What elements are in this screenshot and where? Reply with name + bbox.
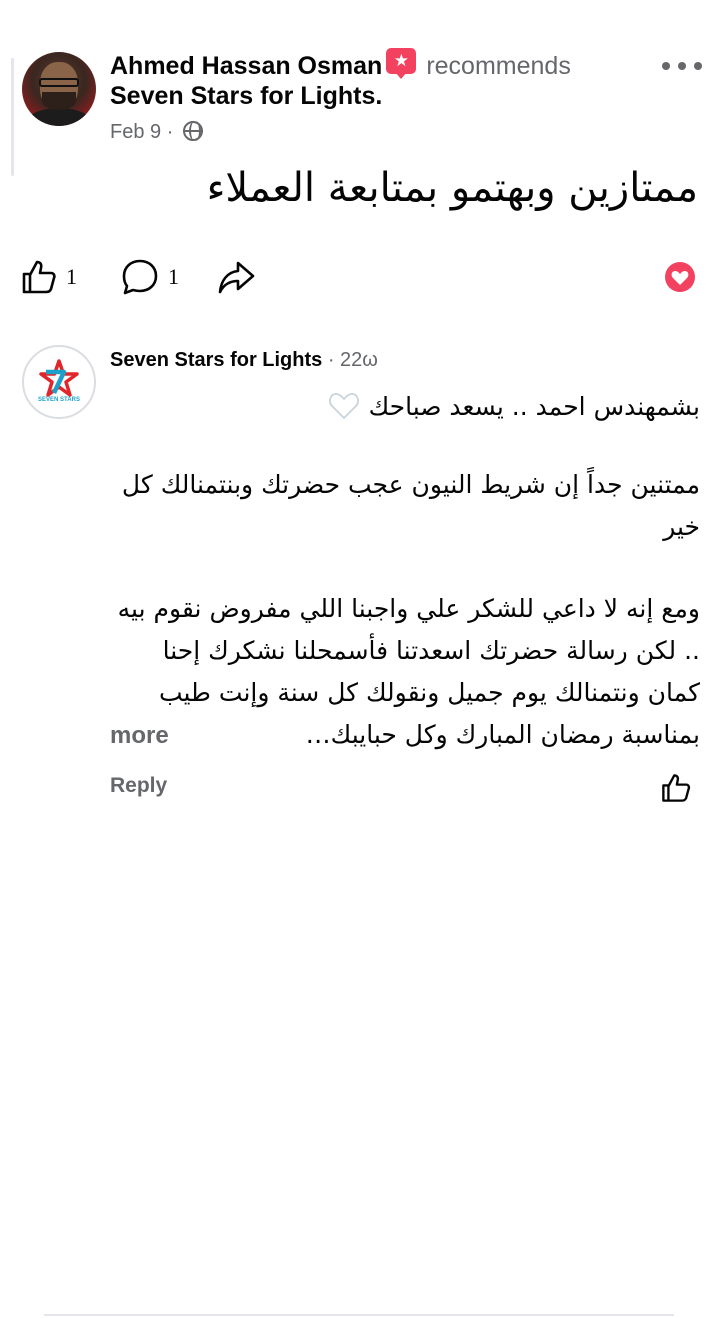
thumbs-up-icon — [22, 260, 56, 294]
post-actions-bar: 1 1 — [20, 252, 700, 302]
comment-header: Seven Stars for Lights · 22ω — [110, 346, 378, 374]
comment-paragraph-tail: بمناسبة رمضان المبارك وكل حبايبك… — [305, 720, 700, 749]
comment-greeting: بشمهندس احمد .. يسعد صباحك — [368, 392, 700, 421]
post-date[interactable]: Feb 9 — [110, 121, 161, 143]
like-count: 1 — [66, 264, 77, 289]
recommend-badge-icon: ★ — [386, 48, 417, 79]
comment-paragraph-thanks: ممتنين جداً إن شريط النيون عجب حضرتك وبن… — [121, 470, 700, 541]
bottom-divider — [44, 1314, 674, 1316]
comment-button[interactable]: 1 — [120, 252, 179, 302]
love-reaction-icon — [665, 262, 695, 292]
author-line: Ahmed Hassan Osman ★ recommends — [110, 48, 670, 82]
love-reaction[interactable] — [664, 252, 696, 302]
share-arrow-icon — [218, 261, 255, 294]
recommends-label: recommends — [426, 52, 571, 80]
thread-rule — [11, 58, 14, 176]
comment-paragraph-body: ومع إنه لا داعي للشكر علي واجبنا اللي مف… — [117, 594, 700, 707]
author-name[interactable]: Ahmed Hassan Osman — [110, 52, 382, 80]
thumbs-up-icon — [662, 774, 691, 802]
comment-time[interactable]: · 22ω — [322, 349, 378, 371]
post-body: ممتازين وبهتمو بمتابعة العملاء — [206, 165, 698, 211]
comment-bubble-icon — [122, 259, 158, 295]
comment-paragraph-ramadan: ومع إنه لا داعي للشكر علي واجبنا اللي مف… — [110, 588, 700, 756]
see-more-link[interactable]: more — [110, 716, 169, 756]
comment-like-button[interactable] — [660, 772, 692, 804]
page-avatar[interactable]: SEVEN STARS — [22, 345, 96, 419]
post-header: Ahmed Hassan Osman ★ recommends Seven Star… — [22, 42, 712, 152]
logo-wordmark: SEVEN STARS — [38, 397, 80, 403]
comment-line-greeting: بشمهندس احمد .. يسعد صباحك — [110, 386, 700, 428]
post-meta: Feb 9 · — [110, 119, 203, 145]
comment-author[interactable]: Seven Stars for Lights — [110, 349, 322, 371]
reply-button[interactable]: Reply — [110, 772, 167, 800]
recommended-page-name[interactable]: Seven Stars for Lights. — [110, 80, 382, 112]
like-button[interactable]: 1 — [20, 252, 77, 302]
comment-count: 1 — [168, 264, 179, 289]
white-heart-icon — [328, 393, 359, 419]
seven-stars-logo — [39, 359, 79, 397]
author-avatar[interactable] — [22, 52, 96, 126]
more-options-icon[interactable] — [662, 56, 702, 76]
share-button[interactable] — [216, 252, 256, 302]
globe-icon — [182, 121, 203, 141]
meta-separator: · — [166, 121, 174, 143]
